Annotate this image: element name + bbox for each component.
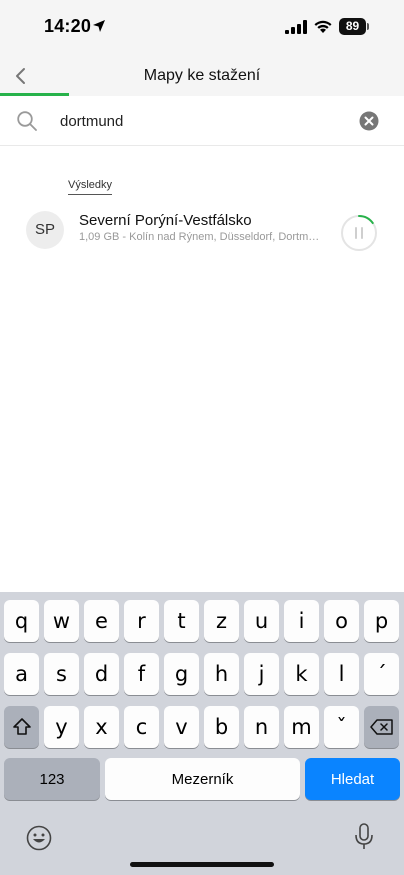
space-key[interactable]: Mezerník bbox=[105, 758, 300, 800]
key-v[interactable]: v bbox=[164, 706, 199, 748]
key-g[interactable]: g bbox=[164, 653, 199, 695]
search-icon bbox=[17, 111, 37, 131]
list-item[interactable]: SP Severní Porýní-Vestfálsko 1,09 GB - K… bbox=[0, 200, 404, 264]
region-avatar: SP bbox=[26, 211, 64, 249]
key-d[interactable]: d bbox=[84, 653, 119, 695]
search-bar bbox=[0, 96, 404, 146]
battery-level: 89 bbox=[339, 18, 366, 35]
key-w[interactable]: w bbox=[44, 600, 79, 642]
key-q[interactable]: q bbox=[4, 600, 39, 642]
key-a[interactable]: a bbox=[4, 653, 39, 695]
key-t[interactable]: t bbox=[164, 600, 199, 642]
key-l[interactable]: l bbox=[324, 653, 359, 695]
key-k[interactable]: k bbox=[284, 653, 319, 695]
key-n[interactable]: n bbox=[244, 706, 279, 748]
microphone-icon[interactable] bbox=[354, 823, 374, 851]
pause-icon bbox=[355, 227, 363, 239]
navigation-bar: Mapy ke stažení bbox=[0, 54, 404, 98]
region-subtitle: 1,09 GB - Kolín nad Rýnem, Düsseldorf, D… bbox=[79, 231, 321, 243]
cellular-signal-icon bbox=[285, 20, 307, 34]
key-z[interactable]: z bbox=[204, 600, 239, 642]
key-j[interactable]: j bbox=[244, 653, 279, 695]
key-c[interactable]: c bbox=[124, 706, 159, 748]
home-indicator bbox=[130, 862, 274, 867]
status-bar: 14:20 89 bbox=[0, 0, 404, 54]
clear-search-icon[interactable] bbox=[359, 111, 379, 131]
download-progress-arc bbox=[358, 215, 374, 225]
numbers-key[interactable]: 123 bbox=[4, 758, 100, 800]
key-i[interactable]: i bbox=[284, 600, 319, 642]
shift-key[interactable] bbox=[4, 706, 39, 748]
key-f[interactable]: f bbox=[124, 653, 159, 695]
key-caron[interactable]: ˇ bbox=[324, 706, 359, 748]
battery-tip bbox=[367, 23, 369, 30]
results-section-label: Výsledky bbox=[68, 179, 113, 195]
wifi-icon bbox=[314, 20, 332, 33]
search-input[interactable] bbox=[60, 109, 340, 133]
key-p[interactable]: p bbox=[364, 600, 399, 642]
key-b[interactable]: b bbox=[204, 706, 239, 748]
key-r[interactable]: r bbox=[124, 600, 159, 642]
region-title: Severní Porýní-Vestfálsko bbox=[79, 212, 252, 229]
key-acute-accent[interactable]: ´ bbox=[364, 653, 399, 695]
shift-icon bbox=[12, 718, 31, 735]
keyboard: q w e r t z u i o p a s d f g h j k l ´ … bbox=[0, 592, 404, 875]
key-u[interactable]: u bbox=[244, 600, 279, 642]
battery-indicator: 89 bbox=[339, 18, 369, 35]
backspace-icon bbox=[369, 719, 393, 735]
backspace-key[interactable] bbox=[364, 706, 399, 748]
emoji-icon[interactable] bbox=[26, 825, 52, 851]
search-return-key[interactable]: Hledat bbox=[305, 758, 400, 800]
location-arrow-icon bbox=[93, 20, 105, 32]
pause-download-button[interactable] bbox=[340, 214, 378, 252]
key-e[interactable]: e bbox=[84, 600, 119, 642]
page-title: Mapy ke stažení bbox=[143, 67, 261, 84]
key-x[interactable]: x bbox=[84, 706, 119, 748]
key-y[interactable]: y bbox=[44, 706, 79, 748]
status-time: 14:20 bbox=[44, 16, 92, 36]
key-m[interactable]: m bbox=[284, 706, 319, 748]
key-h[interactable]: h bbox=[204, 653, 239, 695]
key-s[interactable]: s bbox=[44, 653, 79, 695]
key-o[interactable]: o bbox=[324, 600, 359, 642]
